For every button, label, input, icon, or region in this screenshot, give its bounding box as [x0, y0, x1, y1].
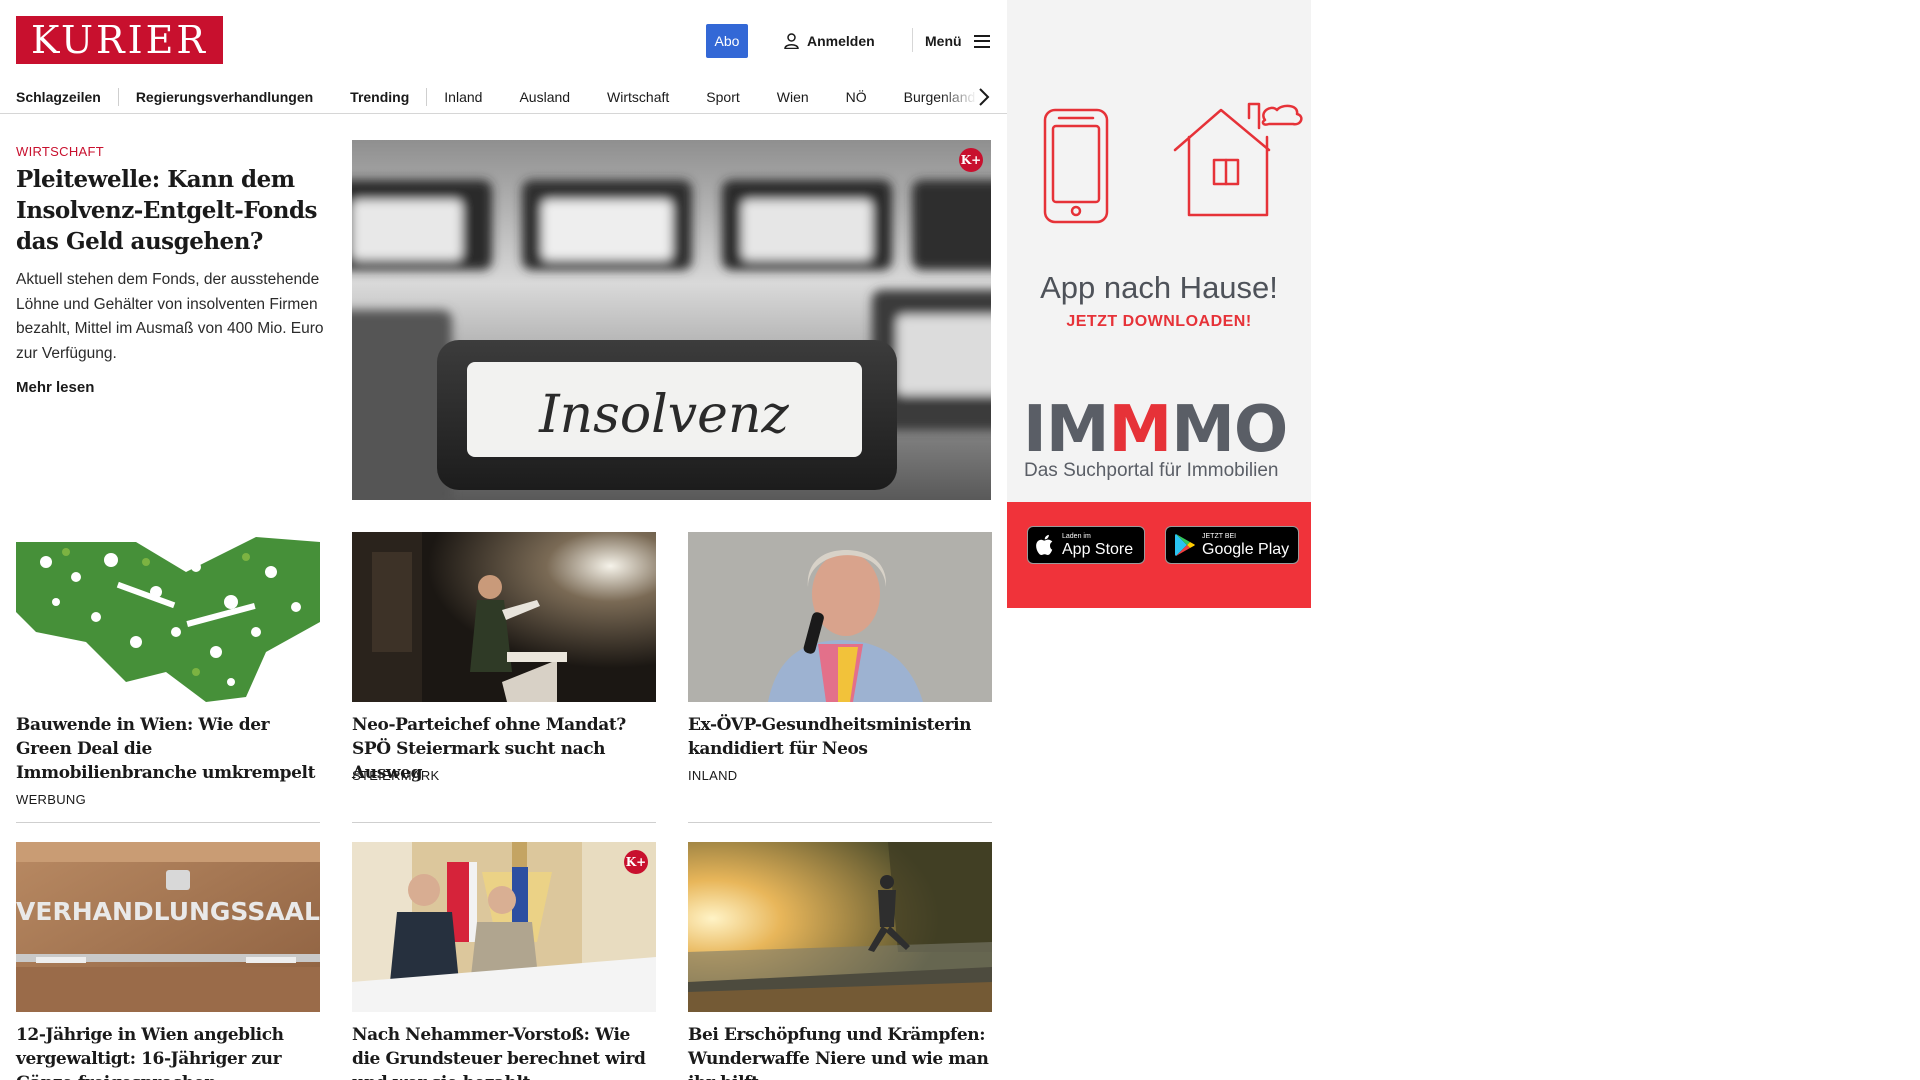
card-kicker-werbung: WERBUNG	[16, 792, 86, 807]
row-divider	[16, 822, 320, 823]
card-headline-freispruch[interactable]: 12-Jährige in Wien angeblich ver­gewalti…	[16, 1023, 320, 1080]
app-store-button[interactable]: Laden im App Store	[1027, 526, 1145, 564]
runner-photo	[688, 842, 992, 1012]
lead-image-label: Insolvenz	[538, 385, 789, 445]
card-image-grundsteuer[interactable]: K+	[352, 842, 656, 1012]
nav-item-schlagzeilen[interactable]: Schlagzeilen	[16, 89, 101, 105]
logo-text: KURIER	[30, 18, 209, 62]
press-conference-photo	[352, 842, 656, 1012]
courtroom-sign-photo: VERHANDLUNGSSAAL	[16, 842, 320, 1012]
lead-kicker[interactable]: WIRTSCHAFT	[16, 144, 104, 159]
google-play-button[interactable]: JETZT BEI Google Play	[1165, 526, 1299, 564]
card-image-niere[interactable]	[688, 842, 992, 1012]
card-headline-niere[interactable]: Bei Erschöpfung und Krämpfen: Wunderwaff…	[688, 1023, 992, 1080]
hamburger-icon	[973, 34, 990, 48]
lead-headline[interactable]: Pleitewelle: Kann dem In­solvenz-Entgelt…	[16, 164, 322, 257]
card-image-spoe[interactable]	[352, 532, 656, 702]
lead-image[interactable]: Insolvenz K+	[352, 140, 991, 500]
immmo-logo-part: IM	[1023, 393, 1109, 467]
kurier-logo[interactable]: KURIER	[16, 16, 223, 64]
card-image-green-deal[interactable]	[16, 532, 320, 702]
row-divider	[688, 822, 992, 823]
speaker-photo	[352, 532, 656, 702]
app-store-text: Laden im App Store	[1062, 533, 1133, 558]
google-play-text: JETZT BEI Google Play	[1202, 533, 1289, 558]
ad-headline: App nach Hause!	[1040, 270, 1278, 305]
apple-icon	[1036, 534, 1053, 555]
nav-item-regierungsverhandlungen[interactable]: Regierungsverhandlungen	[136, 89, 313, 105]
section-nav: Schlagzeilen Regierungsverhandlungen Tre…	[0, 80, 1007, 114]
ad-illustration	[1043, 102, 1303, 224]
kurier-site: KURIER Abo Anmelden Menü Schlagzeilen Re…	[0, 0, 1007, 1080]
app-store-big: App Store	[1062, 540, 1134, 558]
portrait-photo	[688, 532, 992, 702]
app-store-small: Laden im	[1062, 532, 1091, 540]
premium-badge: K+	[624, 850, 648, 874]
nav-divider	[117, 88, 119, 106]
header: KURIER Abo Anmelden Menü	[0, 0, 1007, 80]
menu-button[interactable]: Menü	[925, 30, 990, 52]
courtroom-sign-label: VERHANDLUNGSSAAL	[16, 897, 320, 926]
card-image-verhandlungssaal[interactable]: VERHANDLUNGSSAAL	[16, 842, 320, 1012]
immmo-logo-part: MO	[1171, 393, 1288, 467]
card-image-ex-oevp[interactable]	[688, 532, 992, 702]
menu-label: Menü	[925, 33, 962, 49]
immmo-logo: IMMMO	[1023, 398, 1303, 462]
login-button[interactable]: Anmelden	[784, 30, 875, 52]
immmo-tagline: Das Suchportal für Immobilien	[1024, 460, 1279, 481]
header-divider	[912, 28, 913, 52]
nav-divider	[426, 88, 428, 106]
abo-button[interactable]: Abo	[706, 24, 748, 58]
ad-subheadline: JETZT DOWNLOADEN!	[1066, 313, 1252, 330]
nav-item-inland[interactable]: Inland	[444, 89, 482, 105]
lead-photo: Insolvenz	[352, 140, 991, 500]
card-headline-green-deal[interactable]: Bauwende in Wien: Wie der Green Deal die…	[16, 713, 320, 785]
card-kicker-steiermark[interactable]: STEIERMARK	[352, 768, 440, 783]
login-label: Anmelden	[807, 33, 875, 49]
nav-item-trending[interactable]: Trending	[350, 89, 409, 105]
nav-item-noe[interactable]: NÖ	[846, 89, 867, 105]
card-kicker-inland[interactable]: INLAND	[688, 768, 737, 783]
chevron-right-icon[interactable]	[974, 86, 994, 108]
google-play-small: JETZT BEI	[1202, 532, 1237, 540]
row-divider	[352, 822, 656, 823]
read-more-link[interactable]: Mehr lesen	[16, 379, 94, 396]
card-headline-grundsteuer[interactable]: Nach Nehammer-Vorstoß: Wie die Grundsteu…	[352, 1023, 656, 1080]
nav-item-wien[interactable]: Wien	[777, 89, 809, 105]
card-headline-ex-oevp[interactable]: Ex-ÖVP-Gesundheitsministerin kandidiert …	[688, 713, 992, 761]
immmo-logo-accent: M	[1108, 393, 1173, 467]
google-play-big: Google Play	[1202, 540, 1290, 558]
premium-badge: K+	[959, 148, 983, 172]
handshake-illustration	[16, 532, 320, 702]
google-play-icon	[1175, 534, 1195, 556]
nav-item-sport[interactable]: Sport	[706, 89, 739, 105]
app-advertisement[interactable]: App nach Hause! JETZT DOWNLOADEN! IMMMO …	[1007, 0, 1311, 608]
nav-item-ausland[interactable]: Ausland	[519, 89, 570, 105]
nav-item-wirtschaft[interactable]: Wirtschaft	[607, 89, 669, 105]
user-icon	[784, 33, 799, 49]
lead-teaser: Aktuell stehen dem Fonds, der ausstehend…	[16, 271, 324, 362]
